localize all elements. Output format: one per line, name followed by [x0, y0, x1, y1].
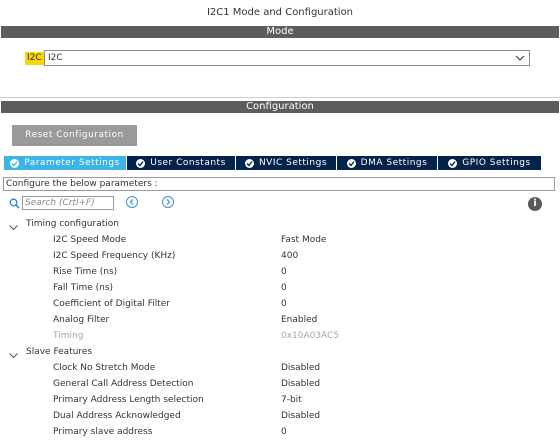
param-name: Primary Address Length selection [53, 395, 204, 405]
chevron-down-icon[interactable] [515, 53, 525, 63]
configuration-section-header: Configuration [1, 101, 559, 113]
tab-gpio-settings[interactable]: GPIO Settings [438, 156, 541, 170]
chevron-down-icon[interactable] [9, 349, 18, 359]
mode-field-label: I2C [25, 52, 44, 65]
param-row[interactable]: I2C Speed Frequency (KHz) 400 [0, 248, 560, 264]
param-value[interactable]: 0 [281, 296, 287, 312]
parameters-instruction: Configure the below parameters : [3, 177, 555, 191]
param-value[interactable]: Disabled [281, 408, 320, 424]
tab-parameter-settings[interactable]: Parameter Settings [4, 156, 127, 170]
tab-nvic-settings[interactable]: NVIC Settings [236, 156, 337, 170]
param-name: Primary slave address [53, 427, 153, 437]
group-label: Timing configuration [26, 219, 119, 229]
tab-label: User Constants [150, 158, 226, 168]
config-tabs: Parameter Settings User Constants NVIC S… [4, 156, 541, 170]
param-name: Timing [53, 331, 84, 341]
info-icon[interactable]: i [528, 197, 542, 211]
param-row-disabled: Timing 0x10A03AC5 [0, 328, 560, 344]
param-value[interactable]: 400 [281, 248, 298, 264]
param-row[interactable]: General Call Address Detection Disabled [0, 376, 560, 392]
param-value[interactable]: 7-bit [281, 392, 302, 408]
param-name: Rise Time (ns) [53, 267, 118, 277]
param-row[interactable]: Primary Address Length selection 7-bit [0, 392, 560, 408]
reset-configuration-button[interactable]: Reset Configuration [12, 125, 137, 146]
check-icon [10, 158, 20, 168]
group-label: Slave Features [26, 347, 93, 357]
check-icon [136, 158, 146, 168]
param-row[interactable]: Analog Filter Enabled [0, 312, 560, 328]
tab-label: DMA Settings [360, 158, 428, 168]
tab-user-constants[interactable]: User Constants [127, 156, 236, 170]
chevron-down-icon[interactable] [9, 221, 18, 231]
param-row[interactable]: I2C Speed Mode Fast Mode [0, 232, 560, 248]
param-value[interactable]: 0 [281, 280, 287, 296]
mode-select-value: I2C [48, 53, 63, 63]
param-row[interactable]: Rise Time (ns) 0 [0, 264, 560, 280]
param-value[interactable]: Enabled [281, 312, 317, 328]
tab-dma-settings[interactable]: DMA Settings [337, 156, 438, 170]
tab-label: NVIC Settings [258, 158, 328, 168]
group-slave-features[interactable]: Slave Features [0, 344, 560, 360]
next-match-button[interactable] [162, 196, 174, 208]
parameter-tree: Timing configuration I2C Speed Mode Fast… [0, 216, 560, 440]
param-name: Fall Time (ns) [53, 283, 114, 293]
group-timing-configuration[interactable]: Timing configuration [0, 216, 560, 232]
param-row[interactable]: Primary slave address 0 [0, 424, 560, 440]
param-name: General Call Address Detection [53, 379, 194, 389]
search-icon [9, 198, 20, 209]
section-divider [0, 97, 560, 98]
mode-select[interactable]: I2C [44, 50, 530, 66]
param-row[interactable]: Clock No Stretch Mode Disabled [0, 360, 560, 376]
check-icon [448, 158, 458, 168]
check-icon [244, 158, 254, 168]
param-name: I2C Speed Frequency (KHz) [53, 251, 176, 261]
param-name: Analog Filter [53, 315, 110, 325]
param-value: 0x10A03AC5 [281, 331, 340, 341]
check-icon [346, 158, 356, 168]
param-row[interactable]: Dual Address Acknowledged Disabled [0, 408, 560, 424]
param-row[interactable]: Fall Time (ns) 0 [0, 280, 560, 296]
param-value[interactable]: Disabled [281, 376, 320, 392]
window-title: I2C1 Mode and Configuration [206, 7, 354, 18]
i2c1-config-panel: I2C1 Mode and Configuration Mode I2C I2C… [0, 0, 560, 440]
param-name: Clock No Stretch Mode [53, 363, 156, 373]
param-row[interactable]: Coefficient of Digital Filter 0 [0, 296, 560, 312]
param-value[interactable]: 0 [281, 264, 287, 280]
param-name: I2C Speed Mode [53, 235, 127, 245]
param-value[interactable]: 0 [281, 424, 287, 440]
param-value[interactable]: Fast Mode [281, 232, 326, 248]
param-name: Dual Address Acknowledged [53, 411, 181, 421]
param-name: Coefficient of Digital Filter [53, 299, 170, 309]
mode-section-header: Mode [1, 26, 559, 38]
search-field[interactable] [22, 196, 114, 210]
tab-label: GPIO Settings [462, 158, 531, 168]
previous-match-button[interactable] [126, 196, 138, 208]
tab-label: Parameter Settings [24, 158, 120, 168]
search-input[interactable] [23, 197, 113, 209]
param-value[interactable]: Disabled [281, 360, 320, 376]
